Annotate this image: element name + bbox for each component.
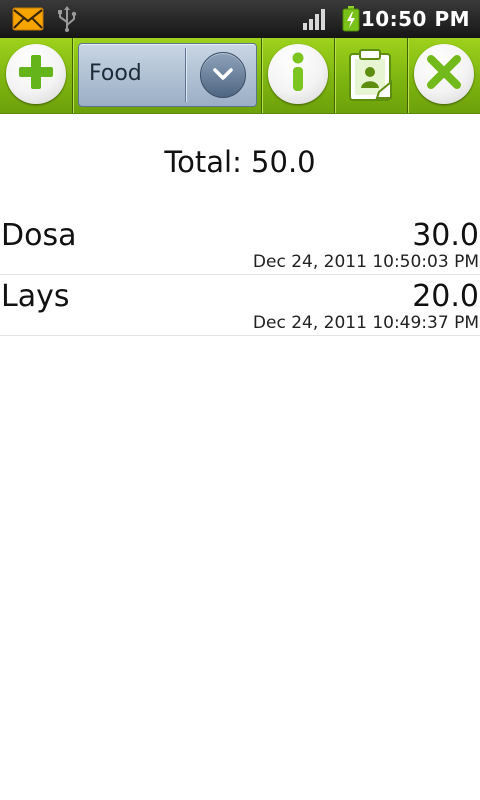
info-button[interactable] <box>262 38 334 113</box>
expense-amount: 30.0 <box>412 218 479 253</box>
clipboard-icon <box>347 48 395 108</box>
signal-icon <box>302 8 328 34</box>
toolbar: Food <box>0 38 480 114</box>
usb-icon <box>56 6 78 36</box>
close-button[interactable] <box>408 38 480 113</box>
expense-date: Dec 24, 2011 10:50:03 PM <box>252 252 479 272</box>
clipboard-button[interactable] <box>335 38 407 113</box>
spinner-divider <box>185 48 186 102</box>
category-dropdown-button[interactable] <box>200 52 246 98</box>
expense-date: Dec 24, 2011 10:49:37 PM <box>252 313 479 333</box>
close-icon <box>424 52 464 96</box>
expense-row[interactable]: Lays 20.0 Dec 24, 2011 10:49:37 PM <box>0 275 480 336</box>
total-label: Total: 50.0 <box>164 145 316 179</box>
plus-icon <box>16 52 56 96</box>
mail-icon <box>12 7 44 35</box>
expense-name: Lays <box>1 279 70 314</box>
info-icon <box>283 50 313 98</box>
battery-charging-icon <box>342 6 360 36</box>
chevron-down-icon <box>212 66 234 85</box>
status-bar: 10:50 PM <box>0 0 480 38</box>
add-expense-button[interactable] <box>0 38 72 113</box>
expense-row[interactable]: Dosa 30.0 Dec 24, 2011 10:50:03 PM <box>0 214 480 275</box>
expense-amount: 20.0 <box>412 279 479 314</box>
toolbar-divider <box>72 38 73 113</box>
expense-name: Dosa <box>1 218 77 253</box>
category-selected-label: Food <box>89 61 142 86</box>
status-time: 10:50 PM <box>360 7 470 31</box>
category-spinner[interactable]: Food <box>78 43 257 107</box>
